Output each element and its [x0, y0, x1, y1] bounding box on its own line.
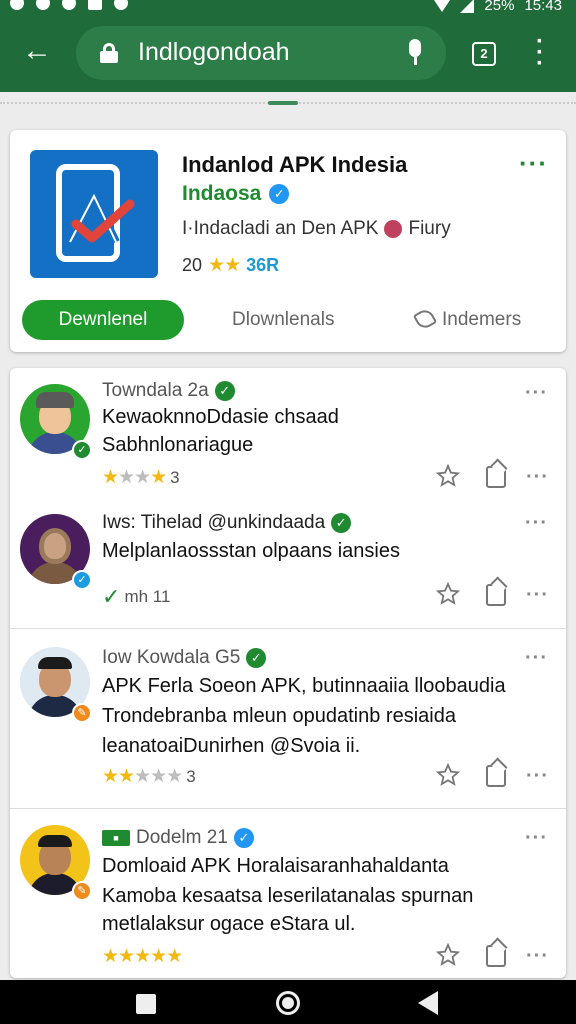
back-triangle-icon[interactable]	[418, 991, 438, 1015]
app-info-card: Indanlod APK Indesia Indaosa ✓ I·Indacla…	[10, 130, 566, 352]
share-icon[interactable]	[486, 466, 506, 488]
edit-badge-icon: ✎	[72, 703, 92, 723]
wifi-icon	[434, 0, 451, 12]
list-item[interactable]: ✎ Iow Kowdala G5 ✓ APK Ferla Soeon APK, …	[10, 628, 566, 808]
more-icon[interactable]: ···	[526, 765, 549, 788]
list-item[interactable]: ✎ ■ Dodelm 21 ✓ Domloaid APK Horalaisara…	[10, 808, 566, 978]
share-icon[interactable]	[486, 584, 506, 606]
more-icon[interactable]: ···	[525, 647, 548, 670]
reviews-list: ✓ Towndala 2a ✓ KewaoknnoDdasie chsaad S…	[10, 368, 566, 978]
reviewer-name[interactable]: Iow Kowdala G5	[102, 647, 240, 669]
reviewer-name[interactable]: Dodelm 21	[136, 827, 228, 849]
star-rating-icon: ★★★★★	[102, 946, 183, 967]
status-bar: 25% 15:43	[0, 0, 576, 18]
developer-name[interactable]: Indaosa	[182, 182, 261, 206]
tab-switcher-button[interactable]: 2	[472, 42, 496, 66]
verified-check-icon: ✓	[331, 513, 352, 533]
rating-count: 3	[170, 467, 180, 487]
notification-icon	[10, 0, 24, 10]
clock: 15:43	[524, 0, 562, 14]
app-title: Indanlod APK Indesia	[182, 152, 408, 177]
more-icon[interactable]: ···	[526, 584, 549, 607]
stats-prefix: 20	[182, 255, 203, 275]
star-rating-icon: ★★★★	[102, 467, 167, 488]
verified-badge-icon: ✓	[72, 570, 92, 590]
back-arrow-icon[interactable]: ←	[20, 34, 54, 68]
share-icon[interactable]	[486, 945, 506, 967]
pen-icon	[412, 306, 438, 332]
address-bar[interactable]: Indlogondoah	[76, 26, 446, 80]
notification-icon	[36, 0, 50, 10]
stats-value: 36R	[246, 255, 280, 275]
url-text[interactable]: Indlogondoah	[138, 38, 290, 67]
signal-icon	[460, 0, 475, 13]
review-text: APK Ferla Soeon APK, butinnaaiia lloobau…	[102, 675, 506, 697]
review-text: Melplanlaossstan olpaans iansies	[102, 540, 400, 562]
downloads-button[interactable]: Dlownlenals	[232, 300, 334, 340]
star-outline-icon[interactable]	[436, 943, 460, 967]
review-text: Trondebranba mleun opudatinb resiaida	[102, 705, 456, 727]
reviewer-name[interactable]: Iws: Tihelad @unkindaada	[102, 512, 325, 534]
more-icon[interactable]: ···	[526, 466, 549, 489]
brand-tag-icon: ■	[102, 830, 130, 846]
review-text: Sabhnlonariague	[102, 434, 254, 456]
check-icon: ✓	[102, 584, 121, 609]
microphone-icon[interactable]	[408, 39, 422, 67]
verified-check-icon: ✓	[233, 828, 254, 848]
list-item[interactable]: ✓ Towndala 2a ✓ KewaoknnoDdasie chsaad S…	[10, 368, 566, 498]
list-item[interactable]: ✓ Iws: Tihelad @unkindaada ✓ Melplanlaos…	[10, 498, 566, 628]
verified-check-icon: ✓	[269, 184, 290, 204]
edit-badge-icon: ✎	[72, 881, 92, 901]
notification-icon	[62, 0, 76, 10]
more-icon[interactable]: ···	[525, 827, 548, 850]
card-more-icon[interactable]: ···	[519, 148, 548, 179]
more-icon[interactable]: ···	[525, 512, 548, 535]
download-button[interactable]: Dewnlenel	[22, 300, 184, 340]
review-text: KewaoknnoDdasie chsaad	[102, 406, 339, 428]
reviewer-name[interactable]: Towndala 2a	[102, 380, 209, 402]
more-icon[interactable]: ···	[525, 382, 548, 405]
notification-icon	[88, 0, 102, 10]
browser-toolbar: 25% 15:43 ← Indlogondoah 2 · · ·	[0, 0, 576, 92]
rating-count: mh 11	[124, 587, 171, 606]
share-button[interactable]: Indemers	[412, 300, 522, 340]
star-rating-icon: ★★	[208, 255, 241, 276]
more-icon[interactable]: ···	[526, 945, 549, 968]
overflow-menu-icon[interactable]: · · ·	[532, 30, 548, 76]
review-text: Domloaid APK Horalaisaranhahaldanta	[102, 855, 449, 877]
review-text: Kamoba kesaatsa leserilatanalas spurnan	[102, 885, 474, 907]
system-navigation-bar	[0, 980, 576, 1024]
notification-icons	[10, 0, 128, 10]
star-outline-icon[interactable]	[436, 464, 460, 488]
verified-check-icon: ✓	[214, 381, 235, 401]
verified-check-icon: ✓	[246, 648, 267, 668]
share-icon[interactable]	[486, 765, 506, 787]
review-text: leanatoaiDunirhen @Svoia ii.	[102, 735, 361, 757]
notification-icon	[114, 0, 128, 10]
recents-icon[interactable]	[136, 994, 156, 1014]
review-text: metlalaksur ogace eStara ul.	[102, 913, 356, 935]
lock-icon	[100, 43, 118, 63]
star-rating-icon: ★★★★★	[102, 766, 183, 787]
face-emoji-icon	[384, 220, 403, 238]
star-outline-icon[interactable]	[436, 582, 460, 606]
app-subtitle: I·Indacladi an Den APK	[182, 218, 379, 239]
app-icon[interactable]	[30, 150, 158, 278]
battery-percent: 25%	[484, 0, 515, 14]
verified-badge-icon: ✓	[72, 440, 92, 460]
app-subtitle-suffix: Fiury	[408, 218, 451, 239]
pull-indicator	[0, 92, 576, 114]
share-label: Indemers	[442, 309, 522, 330]
home-icon[interactable]	[276, 991, 300, 1015]
star-outline-icon[interactable]	[436, 763, 460, 787]
rating-count: 3	[186, 766, 196, 786]
